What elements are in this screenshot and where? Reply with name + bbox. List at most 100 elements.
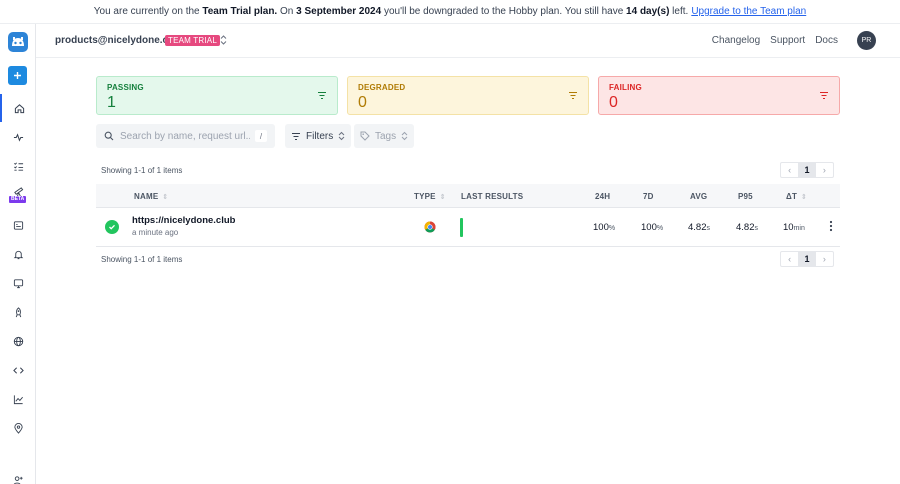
sidebar: BETA — [0, 24, 36, 484]
header-links: Changelog Support Docs — [712, 35, 838, 46]
sidebar-item-status-pages[interactable] — [0, 269, 36, 297]
filters-label: Filters — [306, 130, 334, 142]
chevron-updown-icon — [401, 131, 408, 141]
search-shortcut-key: / — [255, 130, 267, 142]
uptime-24h: 100% — [593, 222, 616, 233]
support-link[interactable]: Support — [770, 35, 805, 46]
docs-link[interactable]: Docs — [815, 35, 838, 46]
account-name[interactable]: products@nicelydone.cl... — [55, 35, 179, 46]
filter-icon — [292, 132, 300, 140]
column-7d[interactable]: 7D — [643, 192, 654, 201]
check-name[interactable]: https://nicelydone.club — [132, 215, 235, 226]
passing-status-icon — [105, 220, 119, 234]
passing-label: PASSING — [107, 83, 144, 92]
dashboard-icon — [13, 220, 23, 230]
sidebar-item-alerts[interactable] — [0, 240, 36, 268]
more-options-icon[interactable] — [829, 220, 833, 232]
activity-icon — [13, 132, 23, 142]
table-header: NAME ⇕ TYPE ⇕ LAST RESULTS 24H 7D AVG P95 … — [96, 184, 840, 208]
check-updated: a minute ago — [132, 228, 179, 237]
search-icon — [104, 131, 114, 141]
chevron-updown-icon — [338, 131, 345, 141]
degraded-label: DEGRADED — [358, 83, 406, 92]
sidebar-item-beta[interactable]: BETA — [0, 180, 36, 208]
trial-banner: You are currently on the Team Trial plan… — [0, 0, 900, 24]
sidebar-item-home[interactable] — [0, 94, 36, 122]
failing-card[interactable]: FAILING 0 — [598, 76, 840, 115]
top-header: products@nicelydone.cl... TEAM TRIAL Cha… — [36, 24, 900, 58]
column-avg[interactable]: AVG — [690, 192, 707, 201]
failing-label: FAILING — [609, 83, 642, 92]
page-number[interactable]: 1 — [798, 163, 816, 177]
next-page-button[interactable]: › — [816, 165, 833, 175]
sidebar-item-private-locations[interactable] — [0, 414, 36, 442]
showing-count: Showing 1-1 of 1 items — [101, 166, 183, 175]
chart-icon — [13, 394, 23, 404]
avatar[interactable]: PR — [857, 31, 876, 50]
prev-page-button[interactable]: ‹ — [781, 254, 798, 264]
rocket-icon — [15, 306, 21, 317]
passing-count: 1 — [107, 94, 116, 111]
page-number[interactable]: 1 — [798, 252, 816, 266]
filter-icon[interactable] — [317, 91, 327, 100]
column-last-results: LAST RESULTS — [461, 192, 524, 201]
users-icon — [13, 475, 23, 484]
avg-response: 4.82s — [688, 222, 710, 233]
filter-icon[interactable] — [568, 91, 578, 100]
search-box: / — [96, 124, 275, 148]
column-delta-t[interactable]: ΔT ⇕ — [786, 192, 807, 201]
home-icon — [14, 103, 24, 113]
p95-response: 4.82s — [736, 222, 758, 233]
telescope-icon — [13, 186, 23, 196]
column-p95[interactable]: P95 — [738, 192, 753, 201]
filter-icon[interactable] — [819, 91, 829, 100]
changelog-link[interactable]: Changelog — [712, 35, 760, 46]
column-24h[interactable]: 24H — [595, 192, 610, 201]
sidebar-item-reporting[interactable] — [0, 385, 36, 413]
sidebar-item-checks[interactable] — [0, 152, 36, 180]
delta-t: 10min — [783, 222, 805, 233]
beta-badge: BETA — [9, 196, 27, 203]
upgrade-link[interactable]: Upgrade to the Team plan — [691, 6, 806, 17]
tags-label: Tags — [375, 130, 397, 142]
next-page-button[interactable]: › — [816, 254, 833, 264]
column-name[interactable]: NAME ⇕ — [134, 192, 168, 201]
sort-icon: ⇕ — [801, 193, 808, 201]
prev-page-button[interactable]: ‹ — [781, 165, 798, 175]
location-icon — [13, 422, 23, 434]
chrome-icon — [424, 221, 436, 233]
monitor-icon — [13, 278, 23, 288]
sidebar-item-activity[interactable] — [0, 123, 36, 151]
search-input[interactable] — [120, 130, 250, 142]
plus-icon — [14, 72, 21, 79]
pagination-top: ‹ 1 › — [780, 162, 834, 178]
degraded-card[interactable]: DEGRADED 0 — [347, 76, 589, 115]
sidebar-item-invite-users[interactable] — [0, 466, 36, 484]
sidebar-item-locations[interactable] — [0, 327, 36, 355]
sort-icon: ⇕ — [439, 193, 446, 201]
checklist-icon — [13, 162, 23, 171]
team-trial-badge: TEAM TRIAL — [165, 35, 220, 46]
checkly-logo-icon[interactable] — [8, 32, 28, 52]
filters-button[interactable]: Filters — [285, 124, 352, 148]
column-type[interactable]: TYPE ⇕ — [414, 192, 446, 201]
code-icon — [12, 366, 24, 374]
account-switcher-icon[interactable] — [219, 34, 228, 46]
bell-icon — [13, 250, 23, 259]
sidebar-item-dashboards[interactable] — [0, 211, 36, 239]
table-row[interactable]: https://nicelydone.club a minute ago 100… — [96, 208, 840, 247]
degraded-count: 0 — [358, 94, 367, 111]
failing-count: 0 — [609, 94, 618, 111]
passing-card[interactable]: PASSING 1 — [96, 76, 338, 115]
tag-icon — [360, 131, 370, 141]
create-new-button[interactable] — [8, 66, 27, 85]
sidebar-item-code[interactable] — [0, 356, 36, 384]
showing-count-bottom: Showing 1-1 of 1 items — [101, 255, 183, 264]
pagination-bottom: ‹ 1 › — [780, 251, 834, 267]
last-result-bar[interactable] — [460, 218, 463, 237]
sidebar-item-deployments[interactable] — [0, 298, 36, 326]
tags-button[interactable]: Tags — [354, 124, 415, 148]
uptime-7d: 100% — [641, 222, 664, 233]
banner-text: You are currently on the Team Trial plan… — [93, 6, 689, 17]
sort-icon: ⇕ — [162, 193, 169, 201]
